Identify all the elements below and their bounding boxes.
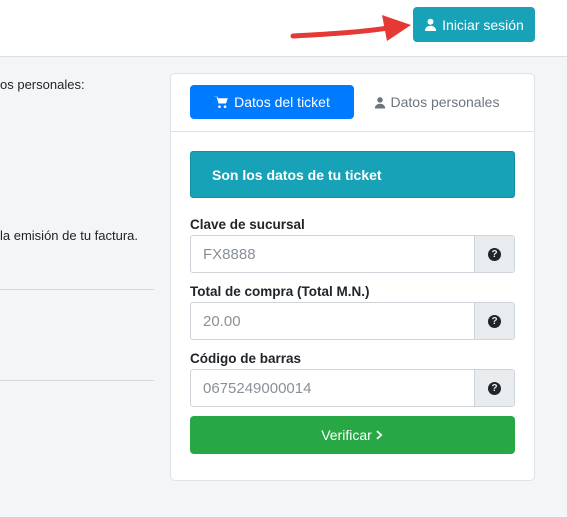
question-circle-icon: ?	[488, 314, 501, 328]
user-icon	[374, 96, 385, 108]
purchase-total-help-button[interactable]: ?	[474, 303, 514, 339]
purchase-total-input[interactable]	[191, 303, 474, 339]
top-navbar: Iniciar sesión	[0, 0, 567, 57]
login-label: Iniciar sesión	[442, 16, 524, 33]
barcode-help-button[interactable]: ?	[474, 370, 514, 406]
info-alert-text: Son los datos de tu ticket	[212, 166, 382, 183]
branch-code-input[interactable]	[191, 236, 474, 272]
left-panel-text-1: os personales:	[0, 77, 85, 92]
tab-ticket-data[interactable]: Datos del ticket	[190, 85, 354, 119]
purchase-total-label: Total de compra (Total M.N.)	[190, 284, 370, 299]
info-alert: Son los datos de tu ticket	[190, 151, 515, 198]
purchase-total-group: ?	[190, 302, 515, 340]
branch-code-help-button[interactable]: ?	[474, 236, 514, 272]
cart-icon	[214, 96, 229, 108]
branch-code-group: ?	[190, 235, 515, 273]
ticket-form-card: Datos del ticket Datos personales Son lo…	[170, 73, 535, 481]
tab-personal-data[interactable]: Datos personales	[364, 85, 509, 119]
verify-label: Verificar	[321, 427, 372, 443]
barcode-label: Código de barras	[190, 351, 302, 366]
tab-personal-data-label: Datos personales	[390, 94, 500, 110]
left-divider-1	[0, 289, 154, 290]
tab-ticket-data-label: Datos del ticket	[234, 94, 330, 110]
verify-button[interactable]: Verificar	[190, 416, 515, 454]
card-tabs: Datos del ticket Datos personales	[171, 74, 534, 132]
login-button[interactable]: Iniciar sesión	[413, 7, 535, 42]
barcode-group: ?	[190, 369, 515, 407]
left-divider-2	[0, 380, 154, 381]
chevron-right-icon	[376, 430, 383, 440]
question-circle-icon: ?	[488, 381, 501, 395]
barcode-input[interactable]	[191, 370, 474, 406]
left-panel-text-2: la emisión de tu factura.	[0, 228, 139, 243]
user-icon	[425, 18, 437, 31]
branch-code-label: Clave de sucursal	[190, 217, 305, 232]
question-circle-icon: ?	[488, 247, 501, 261]
red-arrow-annotation	[290, 15, 411, 41]
